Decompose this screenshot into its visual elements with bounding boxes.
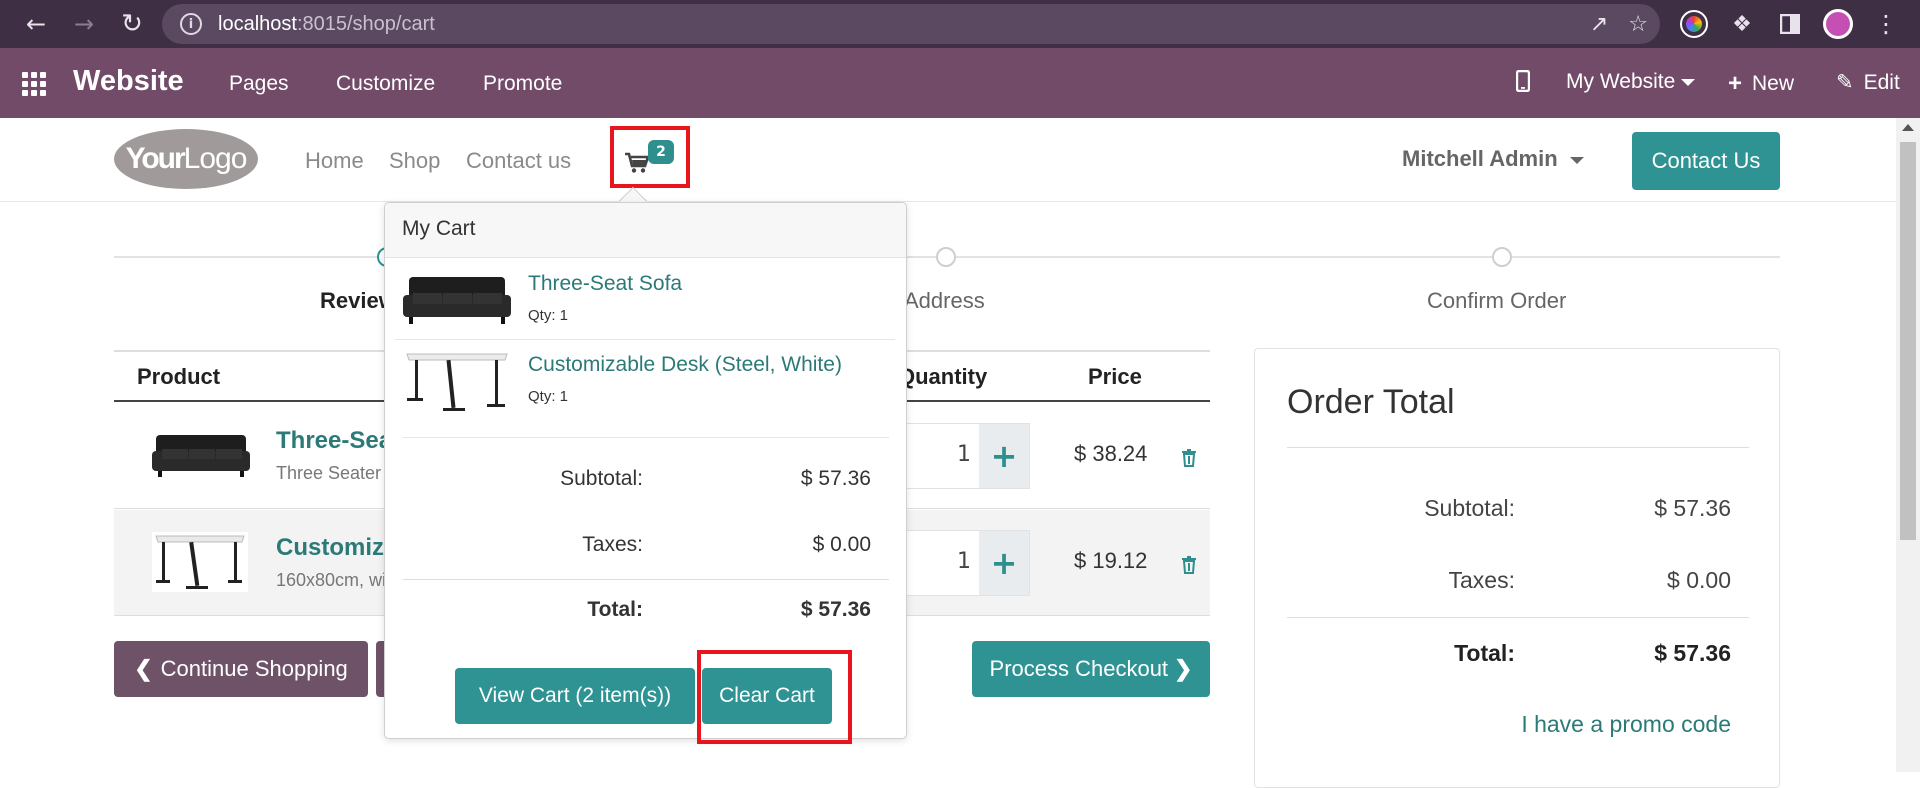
popover-total-label: Total: <box>587 598 643 621</box>
app-name[interactable]: Website <box>73 65 184 98</box>
forward-icon[interactable]: → <box>64 4 104 44</box>
scroll-thumb[interactable] <box>1900 142 1916 540</box>
popover-total-value: $ 57.36 <box>800 598 871 621</box>
quantity-input[interactable]: 1 <box>905 549 981 574</box>
popover-taxes-label: Taxes: <box>582 533 643 556</box>
site-header: Your Logo Home Shop Contact us 2 Mitchell… <box>0 118 1896 202</box>
plus-icon[interactable]: + <box>979 424 1029 488</box>
chevron-right-icon: ❯ <box>1174 656 1193 681</box>
extensions-puzzle-icon[interactable]: ❖ <box>1724 6 1760 42</box>
subtotal-value: $ 57.36 <box>1654 495 1731 521</box>
popover-product-qty: Qty: 1 <box>528 307 569 324</box>
reload-icon[interactable]: ↻ <box>112 4 152 44</box>
contact-us-button[interactable]: Contact Us <box>1632 132 1780 190</box>
clear-cart-highlight <box>697 650 852 744</box>
line-price: $ 38.24 <box>1074 441 1148 466</box>
menu-promote[interactable]: Promote <box>483 72 562 96</box>
view-cart-button[interactable]: View Cart (2 item(s)) <box>455 668 695 724</box>
step-dot-confirm <box>1492 247 1512 267</box>
popover-product-link[interactable]: Customizable Desk (Steel, White) <box>528 353 842 377</box>
popover-subtotal-label: Subtotal: <box>560 467 643 490</box>
color-extension-icon[interactable] <box>1676 6 1712 42</box>
odoo-navbar: Website Pages Customize Promote My Websi… <box>0 48 1920 118</box>
total-value: $ 57.36 <box>1654 640 1731 666</box>
popover-product-qty: Qty: 1 <box>528 388 569 405</box>
pencil-icon: ✎ <box>1836 71 1854 94</box>
list-item: Customizable Desk (Steel, White) Qty: 1 <box>395 339 895 419</box>
bookmark-star-icon[interactable]: ☆ <box>1628 12 1648 37</box>
sofa-thumbnail[interactable] <box>152 429 250 481</box>
back-icon[interactable]: ← <box>16 4 56 44</box>
divider <box>403 579 889 580</box>
chevron-down-icon <box>1569 156 1584 164</box>
side-panel-icon[interactable] <box>1772 6 1808 42</box>
address-bar[interactable]: i localhost:8015/shop/cart ↗ ☆ <box>162 4 1660 44</box>
line-price: $ 19.12 <box>1074 548 1148 573</box>
share-icon[interactable]: ↗ <box>1590 12 1608 37</box>
promo-code-link[interactable]: I have a promo code <box>1395 711 1731 738</box>
sofa-thumbnail[interactable] <box>403 271 511 327</box>
order-total-title: Order Total <box>1287 383 1455 421</box>
col-quantity: Quantity <box>898 364 988 389</box>
browser-menu-icon[interactable]: ⋮ <box>1868 6 1904 42</box>
site-info-icon[interactable]: i <box>180 13 202 35</box>
total-label: Total: <box>1454 640 1515 666</box>
nav-home[interactable]: Home <box>305 148 364 174</box>
popover-title: My Cart <box>385 203 906 258</box>
nav-contact-us[interactable]: Contact us <box>466 148 571 174</box>
profile-avatar[interactable] <box>1820 6 1856 42</box>
popover-subtotal-value: $ 57.36 <box>800 467 871 490</box>
taxes-value: $ 0.00 <box>1667 567 1731 593</box>
taxes-label: Taxes: <box>1448 567 1515 593</box>
desk-thumbnail[interactable] <box>403 350 511 414</box>
chevron-down-icon <box>1681 78 1696 86</box>
new-button[interactable]: + New <box>1728 70 1794 98</box>
popover-taxes-value: $ 0.00 <box>812 533 871 556</box>
browser-toolbar: ← → ↻ i localhost:8015/shop/cart ↗ ☆ ❖ ⋮ <box>0 0 1920 48</box>
step-address: Address <box>904 288 985 313</box>
step-dot-address <box>936 247 956 267</box>
divider <box>403 437 889 438</box>
plus-icon: + <box>1728 70 1743 97</box>
quantity-stepper[interactable]: 1 + <box>904 423 1030 489</box>
list-item: Three-Seat Sofa Qty: 1 <box>395 259 895 339</box>
chevron-left-icon: ❮ <box>134 656 153 681</box>
website-switcher[interactable]: My Website <box>1566 70 1696 94</box>
order-total-card: Order Total Subtotal: $ 57.36 Taxes: $ 0… <box>1254 348 1780 788</box>
divider <box>1287 447 1749 448</box>
step-confirm: Confirm Order <box>1427 288 1567 313</box>
menu-customize[interactable]: Customize <box>336 72 435 96</box>
col-product: Product <box>137 364 221 389</box>
cart-icon[interactable] <box>624 152 650 174</box>
site-logo[interactable]: Your Logo <box>114 129 258 189</box>
col-price: Price <box>1088 364 1142 389</box>
popover-product-link[interactable]: Three-Seat Sofa <box>528 272 682 296</box>
nav-shop[interactable]: Shop <box>389 148 440 174</box>
desk-thumbnail[interactable] <box>152 532 248 592</box>
process-checkout-button[interactable]: Process Checkout ❯ <box>972 641 1210 697</box>
edit-button[interactable]: ✎ Edit <box>1836 70 1900 95</box>
apps-grid-icon[interactable] <box>22 72 48 96</box>
mobile-preview-icon[interactable] <box>1516 70 1530 92</box>
continue-shopping-button[interactable]: ❮ Continue Shopping <box>114 641 368 697</box>
cart-count-badge: 2 <box>648 140 674 164</box>
scroll-up-icon[interactable] <box>1902 124 1914 131</box>
trash-icon[interactable] <box>1181 449 1197 467</box>
plus-icon[interactable]: + <box>979 531 1029 595</box>
quantity-stepper[interactable]: 1 + <box>904 530 1030 596</box>
url-text: localhost:8015/shop/cart <box>218 12 435 35</box>
user-menu[interactable]: Mitchell Admin <box>1402 146 1584 172</box>
trash-icon[interactable] <box>1181 556 1197 574</box>
cart-highlight: 2 <box>610 126 690 188</box>
quantity-input[interactable]: 1 <box>905 442 981 467</box>
divider <box>1287 617 1749 618</box>
menu-pages[interactable]: Pages <box>229 72 289 96</box>
subtotal-label: Subtotal: <box>1424 495 1515 521</box>
page-scrollbar[interactable] <box>1896 118 1920 772</box>
